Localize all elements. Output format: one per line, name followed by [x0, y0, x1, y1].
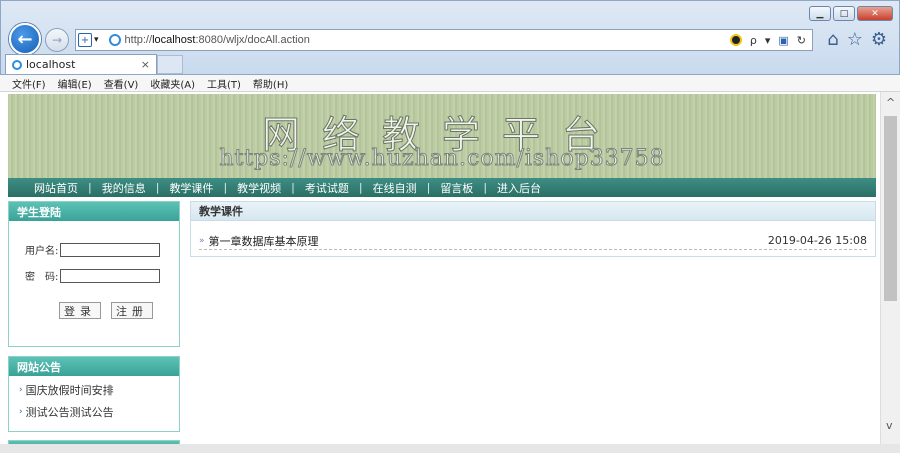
url-path: :8080/wljx/docAll.action	[195, 34, 310, 46]
nav-home[interactable]: 网站首页	[34, 180, 78, 196]
search-dropdown-icon[interactable]: ▾	[765, 34, 771, 47]
nav-admin[interactable]: 进入后台	[497, 180, 541, 196]
arrow-right-icon: →	[51, 33, 63, 47]
notice-panel: 网站公告 › 国庆放假时间安排 › 测试公告测试公告	[8, 356, 180, 432]
nav-courseware[interactable]: 教学课件	[169, 180, 213, 196]
toolbar-icons: ⌂ ☆ ⚙	[827, 29, 887, 50]
nav-separator: |	[88, 181, 92, 194]
ie-tab-icon	[12, 59, 22, 70]
double-chevron-icon: »	[199, 235, 205, 246]
chevron-down-icon[interactable]: ▾	[94, 35, 99, 45]
minimize-button[interactable]: ▁	[809, 6, 831, 21]
gear-icon[interactable]: ⚙	[871, 29, 887, 50]
password-input[interactable]	[60, 268, 161, 283]
scroll-thumb[interactable]	[884, 116, 897, 301]
login-actions: 登录 注册	[59, 302, 153, 319]
tab-title: localhost	[26, 58, 76, 71]
scroll-up-icon[interactable]: ^	[886, 96, 895, 109]
list-item[interactable]: › 测试公告测试公告	[9, 404, 179, 420]
refresh-icon[interactable]: ↻	[797, 34, 806, 47]
menu-view[interactable]: 查看(V)	[104, 76, 139, 91]
nav-self-test[interactable]: 在线自测	[373, 180, 417, 196]
vertical-scrollbar[interactable]: ^ v	[880, 92, 900, 444]
list-item[interactable]: › 国庆放假时间安排	[9, 382, 179, 398]
courseware-panel: 教学课件 » 第一章数据库基本原理 2019-04-26 15:08	[190, 201, 876, 257]
nav-videos[interactable]: 教学视频	[237, 180, 281, 196]
nav-separator: |	[223, 181, 228, 194]
nav-separator: |	[155, 181, 160, 194]
login-panel: 学生登陆 用户名: 密 码: 登录 注册	[8, 201, 180, 347]
nav-separator: |	[483, 181, 488, 194]
course-date: 2019-04-26 15:08	[767, 234, 867, 247]
menu-bar: 文件(F) 编辑(E) 查看(V) 收藏夹(A) 工具(T) 帮助(H)	[0, 75, 900, 92]
password-row: 密 码:	[25, 268, 161, 283]
table-row[interactable]: » 第一章数据库基本原理 2019-04-26 15:08	[199, 232, 867, 250]
search-icon[interactable]: ρ	[750, 34, 757, 47]
favorites-star-icon[interactable]: ☆	[847, 29, 863, 50]
username-input[interactable]	[60, 242, 161, 257]
register-button[interactable]: 注册	[111, 302, 153, 319]
password-label: 密 码:	[25, 272, 59, 283]
menu-help[interactable]: 帮助(H)	[253, 76, 288, 91]
nav-separator: |	[358, 181, 363, 194]
courseware-panel-title: 教学课件	[191, 202, 875, 221]
page-viewport: 网络教学平台 https://www.huzhan.com/ishop33758…	[0, 92, 900, 453]
nav-message-board[interactable]: 留言板	[440, 180, 473, 196]
window-bottom-edge	[0, 444, 900, 453]
address-tools: ρ ▾ ▣ ↻	[729, 34, 806, 47]
new-tab-button[interactable]	[157, 55, 183, 74]
compatibility-icon[interactable]	[729, 34, 742, 46]
rss-icon[interactable]: ▣	[778, 34, 788, 47]
window-controls: ▁ □ ✕	[809, 6, 893, 21]
site-banner: 网络教学平台 https://www.huzhan.com/ishop33758	[8, 94, 876, 178]
back-button[interactable]: ←	[9, 23, 41, 55]
username-label: 用户名:	[25, 246, 59, 257]
ie-page-icon	[108, 34, 121, 46]
site-nav: 网站首页 | 我的信息 | 教学课件 | 教学视频 | 考试试题 | 在线自测 …	[8, 178, 876, 197]
notice-item-label: 国庆放假时间安排	[25, 384, 114, 397]
scroll-down-icon[interactable]: v	[886, 419, 893, 432]
url-scheme: http://	[124, 34, 153, 46]
nav-my-info[interactable]: 我的信息	[102, 180, 146, 196]
home-icon[interactable]: ⌂	[827, 29, 838, 50]
menu-edit[interactable]: 编辑(E)	[58, 76, 92, 91]
bullet-arrow-icon: ›	[19, 385, 23, 395]
menu-favorites[interactable]: 收藏夹(A)	[150, 76, 195, 91]
bullet-arrow-icon: ›	[19, 407, 23, 417]
notice-panel-title: 网站公告	[9, 357, 179, 376]
nav-separator: |	[291, 181, 295, 194]
forward-button[interactable]: →	[45, 28, 69, 52]
username-row: 用户名:	[25, 242, 161, 257]
notice-item-label: 测试公告测试公告	[25, 406, 114, 419]
close-button[interactable]: ✕	[857, 6, 893, 21]
maximize-button[interactable]: □	[833, 6, 855, 21]
menu-file[interactable]: 文件(F)	[12, 76, 46, 91]
watermark-text: https://www.huzhan.com/ishop33758	[219, 146, 665, 172]
nav-separator: |	[426, 181, 431, 194]
url-text[interactable]: http://localhost:8080/wljx/docAll.action	[125, 34, 310, 46]
tab-localhost[interactable]: localhost ×	[5, 54, 157, 74]
address-bar[interactable]: + ▾ http://localhost:8080/wljx/docAll.ac…	[75, 29, 813, 51]
url-host: localhost	[152, 34, 196, 46]
shield-icon[interactable]: +	[78, 33, 92, 47]
browser-chrome: ▁ □ ✕ ← → + ▾ http://localhost:8080/wljx…	[0, 0, 900, 75]
close-tab-icon[interactable]: ×	[141, 58, 150, 71]
nav-exams[interactable]: 考试试题	[305, 180, 349, 196]
menu-tools[interactable]: 工具(T)	[207, 76, 241, 91]
course-name[interactable]: 第一章数据库基本原理	[209, 233, 319, 249]
login-panel-title: 学生登陆	[9, 202, 179, 221]
arrow-left-icon: ←	[17, 28, 33, 50]
login-button[interactable]: 登录	[59, 302, 101, 319]
